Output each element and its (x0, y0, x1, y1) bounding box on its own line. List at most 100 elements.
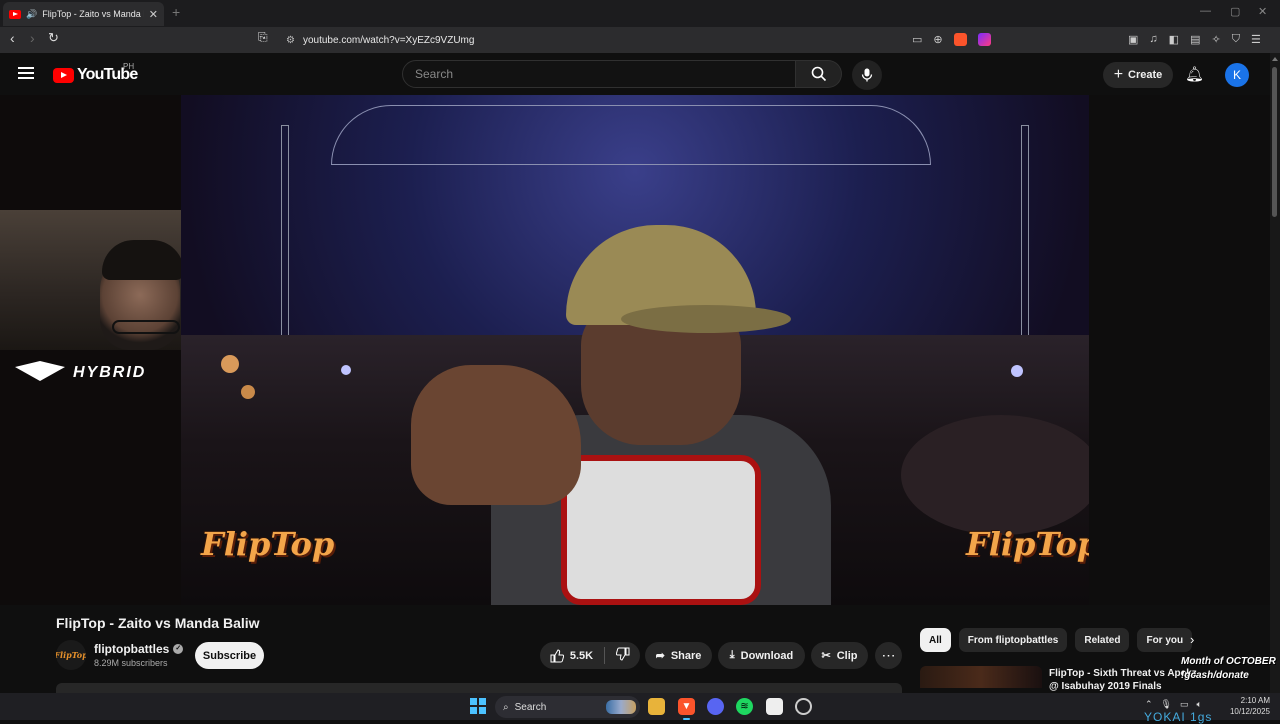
donation-overlay: Month of OCTOBER !gcash/donate (1181, 655, 1276, 683)
taskbar-clock[interactable]: 2:10 AM 10/12/2025 (1222, 695, 1270, 717)
microphone-icon (861, 68, 873, 82)
clip-button[interactable]: ✂ Clip (811, 642, 868, 669)
video-title: FlipTop - Zaito vs Manda Baliw (56, 615, 260, 631)
download-icon: ⤓ (729, 649, 735, 661)
volume-icon[interactable]: 🔈︎ (1197, 699, 1202, 710)
notepad-icon[interactable] (766, 698, 783, 715)
like-divider (604, 647, 606, 664)
browser-tab[interactable]: 🔊 FlipTop - Zaito vs Manda Baliw ✕ (3, 2, 164, 26)
emcee-hand (411, 365, 581, 505)
voice-search-button[interactable] (852, 60, 882, 90)
windows-start-icon[interactable] (470, 698, 486, 714)
menu-icon[interactable]: ☰ (1251, 33, 1261, 46)
chip-all[interactable]: All (920, 628, 951, 652)
search-input[interactable] (402, 60, 796, 88)
subscriber-count: 8.29M subscribers (94, 658, 168, 668)
country-code: PH (123, 62, 135, 71)
taskbar-search[interactable]: ⌕ Search (495, 696, 640, 718)
site-info-icon[interactable]: ⚙ (286, 35, 295, 46)
plus-icon: + (1113, 66, 1124, 83)
stage-truss (331, 105, 931, 165)
stage-light (341, 365, 351, 375)
browser-tab-strip: 🔊 FlipTop - Zaito vs Manda Baliw ✕ + — ▢… (0, 0, 1280, 27)
new-tab-button[interactable]: + (172, 4, 180, 20)
bookmark-icon[interactable]: ⎘ (258, 30, 268, 45)
fliptop-watermark-right: FlipTop (966, 525, 1089, 563)
chip-related[interactable]: Related (1075, 628, 1130, 652)
youtube-masthead: YouTube PH + Create 🔔︎ K (0, 53, 1270, 95)
reload-icon[interactable]: ↻ (48, 30, 59, 46)
download-label: Download (740, 649, 794, 662)
chevron-right-icon[interactable]: › (1190, 632, 1194, 647)
minimize-icon[interactable]: — (1200, 5, 1211, 17)
youtube-logo[interactable]: YouTube PH (53, 62, 138, 84)
brave-browser-icon[interactable]: ▼ (678, 698, 695, 720)
hybrid-wordmark: HYBRID (73, 364, 147, 381)
recommendation-title[interactable]: FlipTop - Sixth Threat vs Apekz @ Isabuh… (1049, 667, 1199, 693)
brave-rewards-icon[interactable] (977, 33, 991, 46)
tab-close-icon[interactable]: ✕ (149, 8, 158, 21)
description-box[interactable] (56, 683, 902, 693)
url-text: youtube.com/watch?v=XyEZc9VZUmg (302, 34, 475, 46)
share-button[interactable]: ➦ Share (645, 642, 712, 669)
windows-taskbar: ⌕ Search ▼ ≋ ⌃ 🎙︎ ▭ 🔈︎ 2:10 AM 10/12/202… (0, 693, 1280, 720)
chip-for-you[interactable]: For you (1137, 628, 1193, 652)
stage-light (241, 385, 255, 399)
page-scrollbar[interactable] (1270, 53, 1280, 693)
microphone-tray-icon[interactable]: 🎙︎ (1161, 699, 1172, 710)
youtube-play-icon (53, 67, 74, 83)
speaker-icon[interactable]: 🔊 (26, 9, 37, 20)
search-box (402, 60, 843, 88)
spotify-icon[interactable]: ≋ (736, 698, 753, 715)
stage-light (221, 355, 239, 373)
notifications-bell-icon[interactable]: 🔔︎ (1185, 65, 1204, 83)
video-player[interactable]: HYBRID FlipTop FlipTop (0, 95, 1270, 605)
brave-shields-icon[interactable] (953, 33, 967, 46)
tray-chevron-icon[interactable]: ⌃ (1145, 699, 1153, 710)
create-label: Create (1128, 69, 1163, 81)
stage-light (1011, 365, 1023, 377)
channel-name[interactable]: fliptopbattles ✓ (94, 642, 184, 656)
related-filter-chips: All From fliptopbattles Related For you (920, 628, 1193, 652)
sidebar-icon[interactable]: ◧ (1169, 33, 1179, 46)
obs-icon[interactable] (795, 698, 812, 715)
window-close-icon[interactable]: ✕ (1258, 5, 1267, 18)
account-avatar[interactable]: K (1225, 63, 1249, 87)
maximize-icon[interactable]: ▢ (1230, 5, 1240, 18)
reader-icon[interactable]: ▣ (1128, 33, 1138, 46)
back-icon[interactable]: ‹ (10, 30, 15, 46)
browser-extensions: ▣ ♫ ◧ ▤ ✧ ⛉ ☰ (1128, 33, 1261, 46)
vpn-icon[interactable]: ⛉ (1232, 33, 1240, 46)
dislike-button[interactable] (615, 647, 630, 664)
leo-ai-icon[interactable]: ✧ (1211, 33, 1220, 46)
zoom-icon[interactable]: ⊕ (933, 33, 942, 46)
scroll-up-icon[interactable] (1272, 57, 1278, 61)
like-count: 5.5K (569, 649, 594, 662)
like-button[interactable]: 5.5K (550, 648, 594, 663)
chip-from-channel[interactable]: From fliptopbattles (958, 628, 1068, 652)
like-dislike-group: 5.5K (540, 642, 640, 669)
address-bar[interactable]: ⚙ youtube.com/watch?v=XyEZc9VZUmg (280, 30, 1000, 50)
file-explorer-icon[interactable] (648, 698, 665, 715)
network-icon[interactable]: ▭ (1180, 699, 1189, 710)
stream-label: YOKAI 1gs (1144, 710, 1213, 724)
forward-icon[interactable]: › (30, 30, 35, 46)
scrollbar-thumb[interactable] (1272, 67, 1277, 217)
search-button[interactable] (796, 60, 842, 88)
tab-title: FlipTop - Zaito vs Manda Baliw (42, 9, 144, 19)
recommendation-thumbnail[interactable] (920, 666, 1042, 688)
wallet-icon[interactable]: ▤ (1190, 33, 1200, 46)
guide-menu-icon[interactable] (18, 67, 34, 79)
cap-brim (621, 305, 791, 333)
cast-icon[interactable]: ▭ (912, 33, 922, 46)
channel-avatar[interactable]: FlipTop (56, 640, 86, 670)
video-frame[interactable]: FlipTop FlipTop (181, 95, 1089, 605)
download-button[interactable]: ⤓ Download (718, 642, 805, 669)
more-actions-button[interactable]: ⋯ (875, 642, 902, 669)
hybrid-wing-icon (15, 357, 65, 389)
media-icon[interactable]: ♫ (1149, 33, 1157, 46)
subscribe-button[interactable]: Subscribe (195, 642, 264, 669)
create-button[interactable]: + Create (1103, 62, 1173, 88)
discord-icon[interactable] (707, 698, 724, 715)
scissors-icon: ✂ (821, 650, 831, 662)
